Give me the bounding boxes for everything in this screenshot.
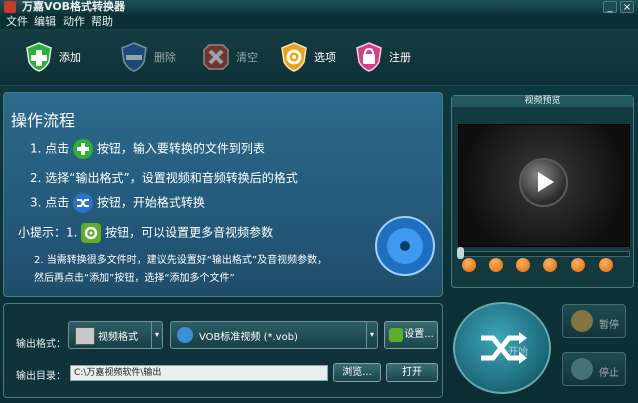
start-label: 开始: [508, 347, 528, 358]
plus-icon: [73, 139, 94, 159]
output-format-value: VOB标准视频 (*.vob): [199, 332, 298, 343]
register-label: 注册: [389, 51, 411, 64]
browse-button[interactable]: 浏览...: [333, 363, 381, 382]
guide-panel: 操作流程 1. 点击 按钮，输入要转换的文件到列表 2. 选择“输出格式”，设置…: [3, 92, 443, 297]
clear-button[interactable]: 清空: [201, 35, 258, 79]
menu-help[interactable]: 帮助: [91, 14, 113, 29]
output-format-select[interactable]: VOB标准视频 (*.vob) ▾: [170, 321, 378, 349]
chevron-down-icon[interactable]: ▾: [366, 322, 377, 348]
menu-action[interactable]: 动作: [63, 14, 85, 29]
delete-button[interactable]: 删除: [119, 35, 176, 79]
title-bar: 万嘉VOB格式转换器 _ ×: [0, 0, 638, 14]
pause-label: 暂停: [599, 320, 619, 331]
volume-icon[interactable]: [543, 258, 557, 272]
stop-label: 停止: [599, 368, 619, 379]
step1-prefix: 1. 点击: [30, 141, 70, 156]
pause-icon[interactable]: [489, 258, 503, 272]
stop-icon[interactable]: [516, 258, 530, 272]
tip-text: 按钮，可以设置更多音视频参数: [105, 225, 274, 240]
guide-step-3: 3. 点击 按钮，开始格式转换: [30, 193, 205, 213]
preview-screen: [458, 124, 630, 247]
pause-button[interactable]: 暂停: [562, 304, 626, 338]
settings-gear-icon: [389, 328, 403, 342]
shield-minus-icon: [119, 42, 149, 72]
format-category-select[interactable]: 视频格式 ▾: [68, 321, 163, 349]
shuffle-large-icon: [481, 332, 527, 364]
seek-knob[interactable]: [457, 247, 464, 259]
gear-icon: [81, 223, 102, 243]
add-label: 添加: [59, 51, 81, 64]
options-button[interactable]: 选项: [279, 35, 336, 79]
guide-tip-1: 小提示：1. 按钮，可以设置更多音视频参数: [18, 223, 273, 243]
vob-format-icon: [177, 327, 193, 343]
open-button[interactable]: 打开: [386, 363, 438, 382]
shopping-bag-icon: [354, 42, 384, 72]
output-format-label: 输出格式：: [16, 339, 66, 350]
options-label: 选项: [314, 51, 336, 64]
menu-bar: 文件 编辑 动作 帮助: [0, 14, 638, 29]
video-category-icon: [75, 327, 95, 345]
video-preview-panel: 视频预览: [451, 95, 634, 288]
menu-file[interactable]: 文件: [6, 14, 28, 29]
chevron-down-icon[interactable]: ▾: [151, 322, 162, 348]
menu-edit[interactable]: 编辑: [34, 14, 56, 29]
play-large-icon[interactable]: [519, 158, 568, 207]
minimize-button[interactable]: _: [603, 1, 617, 13]
app-window: 万嘉VOB格式转换器 _ × 文件 编辑 动作 帮助 添加 删除 清空 选项 注…: [0, 0, 638, 403]
window-title: 万嘉VOB格式转换器: [22, 0, 126, 13]
folder-icon[interactable]: [599, 258, 613, 272]
snapshot-icon[interactable]: [571, 258, 585, 272]
settings-button[interactable]: 设置...: [384, 321, 438, 349]
tip-prefix: 小提示：1.: [18, 225, 78, 240]
step3-text: 按钮，开始格式转换: [96, 195, 205, 210]
seek-slider[interactable]: [457, 247, 630, 259]
format-category-value: 视频格式: [98, 332, 138, 343]
pause-circle-icon: [571, 310, 593, 332]
guide-tip-2-line1: 2. 当需转换很多文件时，建议先设置好“输出格式”及音视频参数，: [34, 255, 328, 266]
close-button[interactable]: ×: [620, 1, 634, 13]
delete-label: 删除: [154, 51, 176, 64]
app-logo-icon: [4, 1, 16, 13]
guide-title: 操作流程: [11, 111, 76, 130]
guide-step-1: 1. 点击 按钮，输入要转换的文件到列表: [30, 139, 265, 159]
shield-gear-icon: [279, 42, 309, 72]
clear-label: 清空: [236, 51, 258, 64]
preview-header: 视频预览: [452, 96, 633, 107]
shuffle-icon: [73, 193, 94, 213]
step3-prefix: 3. 点击: [30, 195, 70, 210]
guide-tip-2-line2: 然后再点击“添加”按钮，选择“添加多个文件”: [34, 273, 235, 284]
shield-plus-icon: [24, 42, 54, 72]
stop-circle-icon: [571, 358, 593, 380]
add-button[interactable]: 添加: [24, 35, 81, 79]
guide-step-2: 2. 选择“输出格式”，设置视频和音频转换后的格式: [30, 171, 298, 185]
output-dir-label: 输出目录：: [16, 371, 66, 382]
play-icon[interactable]: [462, 258, 476, 272]
toolbar: 添加 删除 清空 选项 注册: [0, 29, 638, 86]
settings-label: 设置...: [404, 329, 434, 340]
stop-button[interactable]: 停止: [562, 352, 626, 386]
clear-x-icon: [201, 42, 231, 72]
step1-text: 按钮，输入要转换的文件到列表: [96, 141, 265, 156]
register-button[interactable]: 注册: [354, 35, 411, 79]
disc-icon: [374, 215, 436, 277]
output-panel: 输出格式： 视频格式 ▾ VOB标准视频 (*.vob) ▾ 设置... 输出目…: [3, 303, 443, 398]
output-dir-input[interactable]: C:\万嘉视频软件\输出: [70, 365, 328, 381]
start-button[interactable]: 开始: [453, 302, 551, 394]
